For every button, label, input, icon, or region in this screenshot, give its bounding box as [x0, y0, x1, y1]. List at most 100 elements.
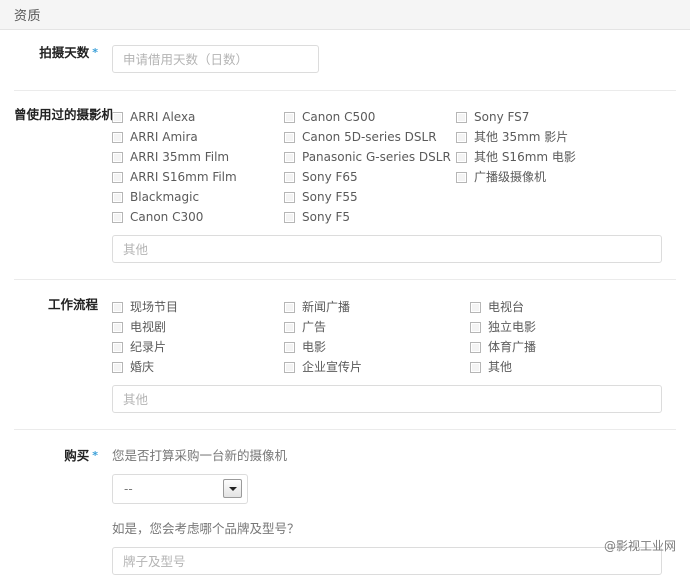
- checkbox-item[interactable]: Blackmagic: [112, 187, 284, 207]
- checkbox-icon[interactable]: [456, 171, 467, 183]
- checkbox-label: ARRI S16mm Film: [130, 170, 237, 184]
- checkbox-icon[interactable]: [112, 111, 123, 123]
- cameras-other-input[interactable]: [112, 235, 662, 263]
- workflow-other-input[interactable]: [112, 385, 662, 413]
- checkbox-item[interactable]: 其他 35mm 影片: [456, 127, 576, 147]
- workflow-label: 工作流程: [47, 297, 98, 312]
- checkbox-item[interactable]: 体育广播: [470, 337, 536, 357]
- workflow-row: 工作流程 现场节目 电视剧 纪录片 婚庆 新闻广播 广告 电影 企业宣传片 电视…: [0, 297, 690, 413]
- required-asterisk: *: [92, 449, 98, 462]
- checkbox-icon[interactable]: [470, 301, 481, 313]
- page-title: 资质: [14, 9, 42, 24]
- shoot-days-label-text: 拍摄天数: [39, 45, 90, 60]
- checkbox-label: 新闻广播: [302, 300, 351, 314]
- purchase-field: 您是否打算采购一台新的摄像机 -- 如是，您会考虑哪个品牌及型号？: [112, 448, 676, 575]
- checkbox-item[interactable]: 电视台: [470, 297, 536, 317]
- workflow-column-2: 新闻广播 广告 电影 企业宣传片: [284, 297, 470, 377]
- chevron-down-icon[interactable]: [223, 479, 242, 498]
- checkbox-item[interactable]: 其他 S16mm 电影: [456, 147, 576, 167]
- checkbox-item[interactable]: 新闻广播: [284, 297, 470, 317]
- checkbox-item[interactable]: Canon C300: [112, 207, 284, 227]
- checkbox-label: 其他 35mm 影片: [474, 130, 569, 144]
- checkbox-icon[interactable]: [470, 341, 481, 353]
- checkbox-item[interactable]: Canon 5D-series DSLR: [284, 127, 456, 147]
- checkbox-item[interactable]: 广播级摄像机: [456, 167, 576, 187]
- checkbox-icon[interactable]: [284, 151, 295, 163]
- checkbox-icon[interactable]: [112, 131, 123, 143]
- checkbox-icon[interactable]: [112, 211, 123, 223]
- workflow-column-3: 电视台 独立电影 体育广播 其他: [470, 297, 536, 377]
- checkbox-label: 其他 S16mm 电影: [474, 150, 576, 164]
- checkbox-item[interactable]: 其他: [470, 357, 536, 377]
- checkbox-label: 电视台: [488, 300, 525, 314]
- shoot-days-input[interactable]: [112, 45, 319, 73]
- checkbox-label: 电视剧: [130, 320, 167, 334]
- checkbox-item[interactable]: 企业宣传片: [284, 357, 470, 377]
- checkbox-item[interactable]: 电视剧: [112, 317, 284, 337]
- checkbox-icon[interactable]: [470, 321, 481, 333]
- site-watermark: @影视工业网: [603, 539, 676, 553]
- checkbox-label: 广播级摄像机: [474, 170, 547, 184]
- workflow-field: 现场节目 电视剧 纪录片 婚庆 新闻广播 广告 电影 企业宣传片 电视台 独立电…: [112, 297, 676, 413]
- checkbox-label: Canon 5D-series DSLR: [302, 130, 437, 144]
- checkbox-item[interactable]: 婚庆: [112, 357, 284, 377]
- checkbox-icon[interactable]: [112, 321, 123, 333]
- checkbox-item[interactable]: 广告: [284, 317, 470, 337]
- checkbox-icon[interactable]: [284, 361, 295, 373]
- cameras-column-3: Sony FS7 其他 35mm 影片 其他 S16mm 电影 广播级摄像机: [456, 107, 576, 227]
- checkbox-icon[interactable]: [284, 301, 295, 313]
- checkbox-item[interactable]: 电影: [284, 337, 470, 357]
- checkbox-item[interactable]: ARRI S16mm Film: [112, 167, 284, 187]
- checkbox-icon[interactable]: [112, 151, 123, 163]
- checkbox-item[interactable]: Sony F5: [284, 207, 456, 227]
- checkbox-icon[interactable]: [112, 361, 123, 373]
- checkbox-item[interactable]: 现场节目: [112, 297, 284, 317]
- checkbox-icon[interactable]: [456, 111, 467, 123]
- checkbox-item[interactable]: ARRI Amira: [112, 127, 284, 147]
- checkbox-item[interactable]: Sony FS7: [456, 107, 576, 127]
- checkbox-item[interactable]: Panasonic G-series DSLR: [284, 147, 456, 167]
- purchase-select-value: --: [124, 482, 133, 496]
- shoot-days-row: 拍摄天数 *: [0, 30, 690, 73]
- checkbox-icon[interactable]: [284, 321, 295, 333]
- purchase-select[interactable]: --: [112, 474, 248, 504]
- checkbox-icon[interactable]: [470, 361, 481, 373]
- checkbox-item[interactable]: ARRI Alexa: [112, 107, 284, 127]
- checkbox-icon[interactable]: [456, 131, 467, 143]
- checkbox-label: Blackmagic: [130, 190, 200, 204]
- checkbox-item[interactable]: Sony F55: [284, 187, 456, 207]
- checkbox-icon[interactable]: [284, 131, 295, 143]
- checkbox-label: Sony F65: [302, 170, 358, 184]
- checkbox-icon[interactable]: [284, 211, 295, 223]
- checkbox-icon[interactable]: [284, 111, 295, 123]
- required-asterisk: *: [92, 46, 98, 59]
- checkbox-item[interactable]: Canon C500: [284, 107, 456, 127]
- checkbox-icon[interactable]: [112, 341, 123, 353]
- checkbox-icon[interactable]: [284, 191, 295, 203]
- checkbox-label: Panasonic G-series DSLR: [302, 150, 451, 164]
- checkbox-item[interactable]: Sony F65: [284, 167, 456, 187]
- checkbox-item[interactable]: 独立电影: [470, 317, 536, 337]
- purchase-question-2: 如是，您会考虑哪个品牌及型号？: [112, 521, 300, 536]
- cameras-column-2: Canon C500 Canon 5D-series DSLR Panasoni…: [284, 107, 456, 227]
- purchase-label: 购买 *: [14, 448, 112, 464]
- purchase-label-text: 购买: [64, 448, 90, 463]
- purchase-row: 购买 * 您是否打算采购一台新的摄像机 -- 如是，您会考虑哪个品牌及型号？: [0, 448, 690, 575]
- checkbox-icon[interactable]: [112, 171, 123, 183]
- checkbox-icon[interactable]: [112, 191, 123, 203]
- checkbox-label: Sony F5: [302, 210, 351, 224]
- checkbox-item[interactable]: 纪录片: [112, 337, 284, 357]
- checkbox-icon[interactable]: [112, 301, 123, 313]
- checkbox-label: Sony FS7: [474, 110, 530, 124]
- checkbox-icon[interactable]: [284, 171, 295, 183]
- checkbox-label: 婚庆: [130, 360, 155, 374]
- checkbox-label: Canon C300: [130, 210, 204, 224]
- checkbox-label: 纪录片: [130, 340, 167, 354]
- checkbox-label: 企业宣传片: [302, 360, 363, 374]
- cameras-field: ARRI Alexa ARRI Amira ARRI 35mm Film ARR…: [112, 107, 676, 263]
- checkbox-item[interactable]: ARRI 35mm Film: [112, 147, 284, 167]
- page-header: 资质: [0, 0, 690, 30]
- checkbox-icon[interactable]: [456, 151, 467, 163]
- purchase-model-input[interactable]: [112, 547, 662, 575]
- checkbox-icon[interactable]: [284, 341, 295, 353]
